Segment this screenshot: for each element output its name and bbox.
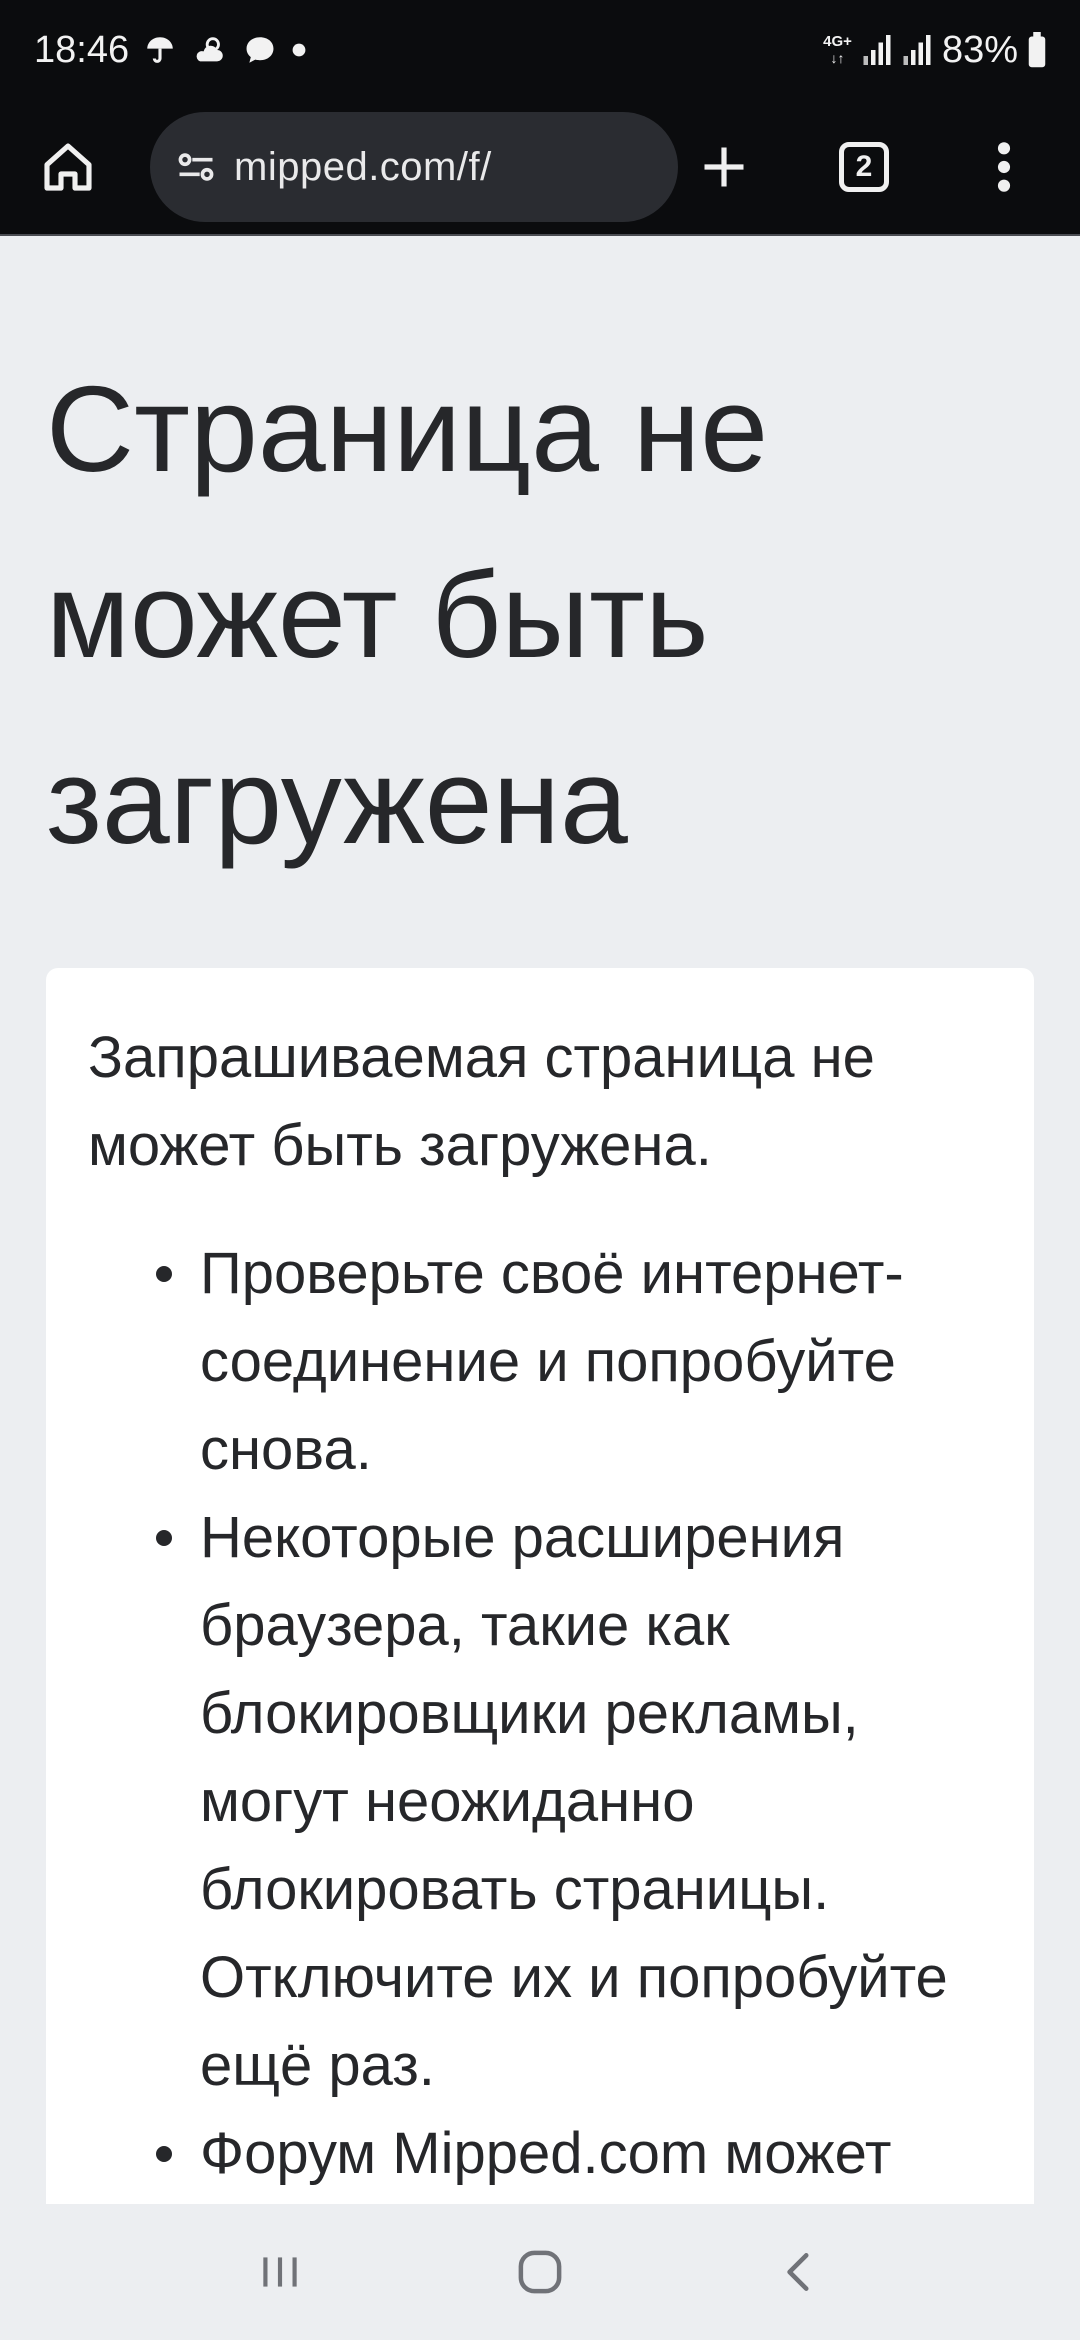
error-card: Запрашиваемая страница не может быть заг… (46, 968, 1034, 2204)
more-menu-icon[interactable] (964, 127, 1044, 207)
system-nav-bar (0, 2204, 1080, 2340)
status-time: 18:46 (34, 28, 130, 71)
status-left: 18:46 (34, 29, 307, 72)
list-item: Проверьте своё интернет-соединение и поп… (156, 1230, 992, 1494)
home-icon[interactable] (28, 127, 108, 207)
home-nav-icon[interactable] (480, 2222, 600, 2322)
suggestion-list: Проверьте своё интернет-соединение и поп… (88, 1230, 992, 2198)
new-tab-icon[interactable] (684, 127, 764, 207)
page-content[interactable]: Страница не может быть загружена Запраши… (0, 236, 1080, 2204)
back-icon[interactable] (740, 2222, 860, 2322)
weather-icon (191, 33, 229, 67)
data-arrows-icon: ↓↑ (830, 50, 845, 66)
page-title: Страница не может быть загружена (46, 361, 769, 869)
battery-percent: 83% (941, 28, 1018, 71)
status-bar: 18:46 4G+ ↓↑ 83% (0, 0, 1080, 100)
signal-icon (902, 33, 932, 67)
tab-switcher-button[interactable]: 2 (824, 127, 904, 207)
chat-icon (243, 33, 277, 67)
url-text[interactable]: mipped.com/f/ (234, 145, 492, 190)
signal-icon (862, 33, 892, 67)
dot-icon (291, 42, 307, 58)
umbrella-icon (143, 33, 177, 67)
address-bar[interactable]: mipped.com/f/ (150, 112, 678, 222)
battery-icon (1028, 32, 1046, 68)
tab-count[interactable]: 2 (839, 142, 889, 192)
site-settings-icon[interactable] (174, 145, 218, 189)
network-type-icon: 4G+ ↓↑ (823, 33, 852, 67)
status-right: 4G+ ↓↑ 83% (823, 29, 1046, 72)
network-type-label: 4G+ (823, 33, 852, 50)
error-message: Запрашиваемая страница не может быть заг… (88, 1025, 875, 1178)
browser-toolbar: mipped.com/f/ 2 (0, 100, 1080, 234)
list-item: Форум Mipped.com может (156, 2110, 992, 2198)
recent-apps-icon[interactable] (220, 2222, 340, 2322)
toolbar-actions: 2 (684, 127, 1052, 207)
list-item: Некоторые расширения браузера, такие как… (156, 1494, 992, 2110)
